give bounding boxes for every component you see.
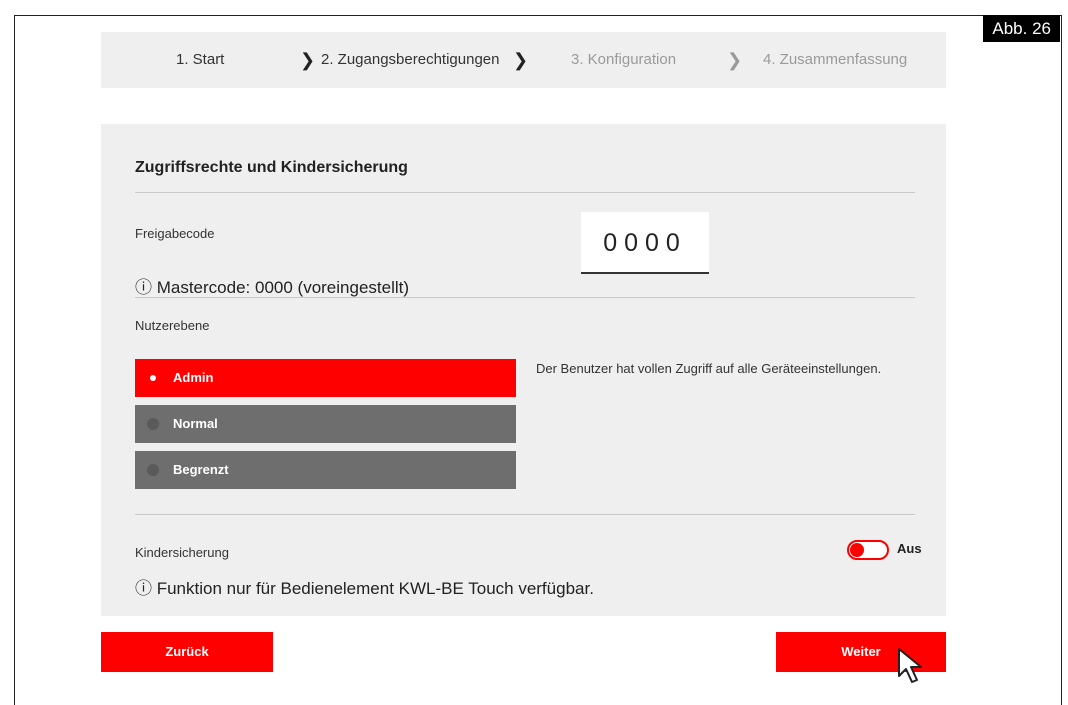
step-summary[interactable]: 4. Zusammenfassung: [763, 32, 907, 88]
user-level-option-admin[interactable]: Admin: [135, 359, 516, 397]
settings-panel: Zugriffsrechte und Kindersicherung Freig…: [101, 124, 946, 616]
divider: [135, 514, 915, 515]
unlock-code-input[interactable]: 0000: [581, 212, 709, 274]
child-lock-toggle[interactable]: [847, 540, 889, 560]
divider: [135, 297, 915, 298]
mastercode-info: ⓘ Mastercode: 0000 (voreingestellt): [135, 278, 410, 297]
user-level-description: Der Benutzer hat vollen Zugriff auf alle…: [536, 361, 882, 376]
section-title: Zugriffsrechte und Kindersicherung: [135, 159, 408, 176]
option-label: Normal: [173, 416, 218, 431]
child-lock-info: ⓘ Funktion nur für Bedienelement KWL-BE …: [135, 579, 594, 598]
user-level-option-normal[interactable]: Normal: [135, 405, 516, 443]
chevron-right-icon: ❯: [300, 50, 316, 70]
child-lock-label: Kindersicherung: [135, 545, 229, 560]
step-configuration[interactable]: 3. Konfiguration: [571, 32, 676, 88]
wizard-stepper: 1. Start ❯ 2. Zugangsberechtigungen ❯ 3.…: [101, 32, 946, 88]
radio-unselected-icon: [147, 418, 159, 430]
chevron-right-icon: ❯: [727, 50, 743, 70]
toggle-knob: [850, 543, 864, 557]
step-start[interactable]: 1. Start: [176, 32, 224, 88]
option-label: Begrenzt: [173, 462, 229, 477]
radio-unselected-icon: [147, 464, 159, 476]
chevron-right-icon: ❯: [513, 50, 529, 70]
unlock-code-label: Freigabecode: [135, 226, 215, 241]
step-access-rights[interactable]: 2. Zugangsberechtigungen: [321, 32, 499, 88]
radio-selected-icon: [147, 372, 159, 384]
divider: [135, 192, 915, 193]
back-button[interactable]: Zurück: [101, 632, 273, 672]
child-lock-state: Aus: [897, 541, 922, 556]
mouse-pointer-icon: [898, 648, 922, 683]
figure-tag: Abb. 26: [983, 15, 1060, 42]
option-label: Admin: [173, 370, 214, 385]
user-level-option-limited[interactable]: Begrenzt: [135, 451, 516, 489]
user-level-label: Nutzerebene: [135, 318, 210, 333]
